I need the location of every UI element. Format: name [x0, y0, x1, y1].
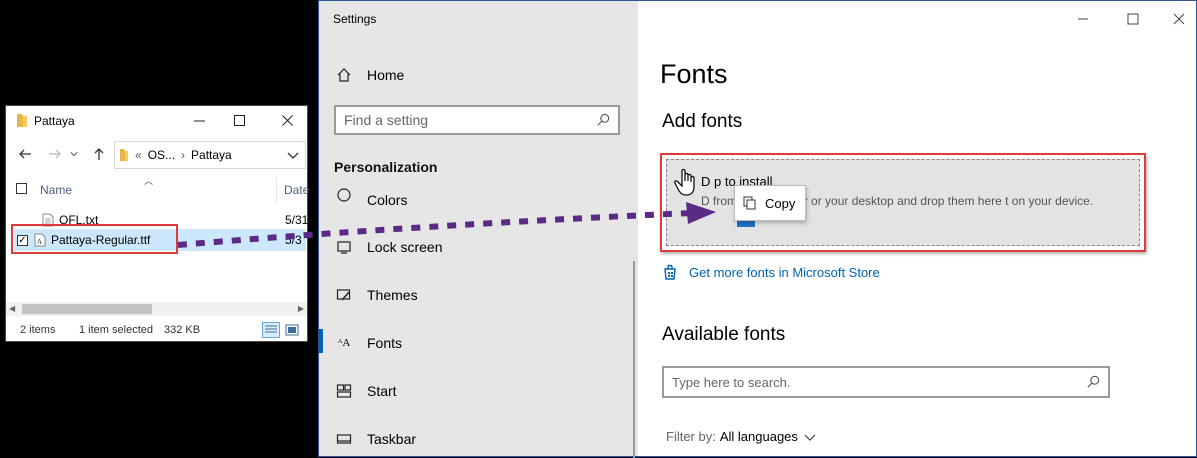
drag-arrow: [177, 202, 716, 248]
